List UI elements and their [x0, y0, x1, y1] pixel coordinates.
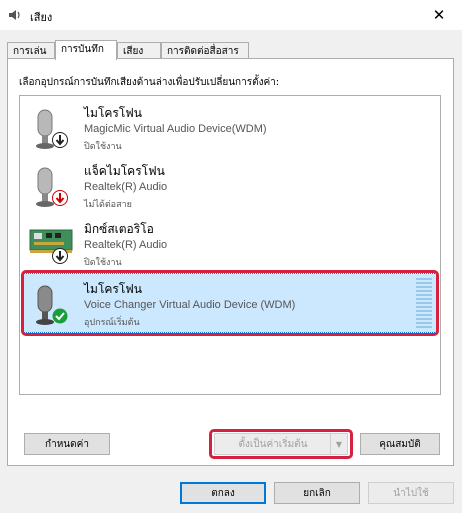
device-name: มิกซ์สเตอริโอ — [84, 222, 154, 236]
device-item[interactable]: มิกซ์สเตอริโอ Realtek(R) Audio ปิดใช้งาน — [24, 214, 436, 272]
annotation-highlight — [209, 429, 353, 459]
device-description: MagicMic Virtual Audio Device(WDM) — [84, 123, 267, 135]
instruction-text: เลือกอุปกรณ์การบันทึกเสียงด้านล่างเพื่อป… — [19, 77, 280, 88]
properties-button[interactable]: คุณสมบัติ — [360, 433, 440, 455]
device-description: Realtek(R) Audio — [84, 239, 168, 251]
cancel-button[interactable]: ยกเลิก — [274, 482, 360, 504]
arrow-down-red-icon — [52, 190, 68, 206]
device-status: ปิดใช้งาน — [84, 142, 122, 152]
device-status: ไม่ได้ต่อสาย — [84, 200, 132, 210]
annotation-highlight — [21, 270, 439, 336]
tab-communications[interactable]: การติดต่อสื่อสาร — [161, 42, 249, 59]
arrow-down-icon — [52, 132, 68, 148]
window-title: เสียง — [30, 11, 53, 24]
device-name: แจ็คไมโครโฟน — [84, 164, 165, 178]
title-bar: เสียง ✕ — [0, 0, 462, 30]
device-name: ไมโครโฟน — [84, 106, 143, 120]
device-list[interactable]: ไมโครโฟน MagicMic Virtual Audio Device(W… — [19, 95, 441, 395]
configure-button[interactable]: กำหนดค่า — [24, 433, 110, 455]
tab-playback[interactable]: การเล่น — [7, 42, 55, 59]
device-description: Realtek(R) Audio — [84, 181, 168, 193]
tab-sounds[interactable]: เสียง — [117, 42, 161, 59]
device-item[interactable]: แจ็คไมโครโฟน Realtek(R) Audio ไม่ได้ต่อส… — [24, 156, 436, 214]
ok-button[interactable]: ตกลง — [180, 482, 266, 504]
close-button[interactable]: ✕ — [416, 0, 462, 30]
speaker-icon — [9, 10, 20, 20]
recording-panel: เลือกอุปกรณ์การบันทึกเสียงด้านล่างเพื่อป… — [7, 58, 454, 466]
device-status: ปิดใช้งาน — [84, 258, 122, 268]
close-icon: ✕ — [432, 6, 446, 24]
device-item[interactable]: ไมโครโฟน MagicMic Virtual Audio Device(W… — [24, 98, 436, 156]
tab-recording[interactable]: การบันทึก — [55, 40, 117, 60]
arrow-down-icon — [52, 248, 68, 264]
apply-button[interactable]: นำไปใช้ — [368, 482, 454, 504]
